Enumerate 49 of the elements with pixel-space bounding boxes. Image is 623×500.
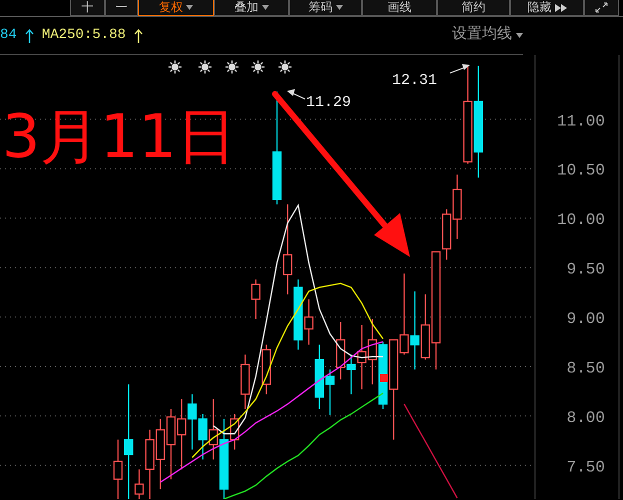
indicator-value: MA250:5.88 [42,26,126,45]
double-triangle-icon [554,4,566,12]
up-arrow-icon [24,28,34,42]
candlestick [262,344,271,394]
sun-icon [252,60,264,74]
sun-icon [168,60,182,74]
indicator-value: 84 [0,26,17,45]
toolbar-button[interactable]: 筹码 [289,0,362,16]
candlestick [198,414,208,460]
sun-icon [198,60,212,74]
toolbar-button[interactable]: 叠加 [214,0,289,16]
axis-label: 11.00 [556,112,605,130]
toolbar-button[interactable]: 一 [105,0,138,16]
toolbar-button[interactable]: 隐藏 [510,0,584,16]
toolbar-button[interactable]: 画线 [362,0,437,16]
price-label: 12.31 [392,72,438,89]
axis-label: 8.00 [566,408,605,427]
toolbar-button[interactable]: 复权 [138,0,214,16]
axis-label: 9.00 [566,310,605,328]
axis-label: 9.50 [566,260,605,279]
up-arrow-icon [134,28,143,42]
candlestick [314,344,324,410]
toolbar-button[interactable]: 简约 [437,0,510,16]
candlestick [188,394,197,450]
candlestick [208,399,218,460]
axis-label: 7.50 [566,458,605,476]
axis-label: 8.50 [566,360,605,378]
leader-arrow [287,89,306,100]
ma-settings-dropdown[interactable]: 设置均线 [452,24,523,47]
toolbar-button[interactable]: 十 [70,0,105,16]
candlestick [166,409,176,480]
candlestick [325,369,335,415]
caret-icon [516,33,523,38]
sun-icon [226,60,238,74]
axis-label: 10.50 [556,162,605,180]
marker-square [380,374,388,382]
expand-button[interactable] [584,0,619,16]
axis-label: 10.00 [556,211,605,230]
candlestick [240,354,250,410]
candlestick [452,174,462,239]
expand-icon [595,2,608,13]
price-label: 11.29 [306,94,352,111]
leader-arrow [450,64,470,74]
sun-icon [278,60,292,74]
date-annotation: 3月11日 [2,107,237,167]
candlestick [368,319,377,384]
candlestick [177,399,186,470]
candlestick [251,279,260,320]
candlestick [156,418,165,490]
